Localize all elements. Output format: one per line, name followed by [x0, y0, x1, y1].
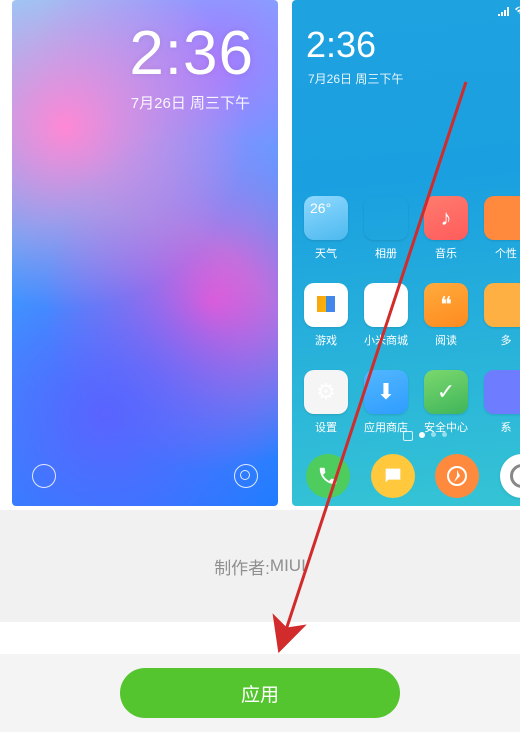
- lockscreen-date: 7月26日 周三下午: [131, 92, 250, 113]
- app-appstore[interactable]: ⬇ 应用商店: [356, 370, 416, 435]
- lockscreen-left-icon: [32, 464, 56, 488]
- app-edge-1[interactable]: 个性: [476, 196, 520, 261]
- app-edge-3[interactable]: 系: [476, 370, 520, 435]
- bottom-bar: 应用: [0, 654, 520, 732]
- store-icon: ⌂: [364, 283, 408, 327]
- credit-strip: 制作者: MIUI: [0, 510, 520, 622]
- app-label: 多: [501, 332, 512, 348]
- lockscreen-time: 2:36: [129, 18, 254, 89]
- app-edge-2[interactable]: 多: [476, 283, 520, 348]
- browser-icon[interactable]: [435, 454, 479, 498]
- app-reader[interactable]: ❝ 阅读: [416, 283, 476, 348]
- appstore-icon: ⬇: [364, 370, 408, 414]
- app-label: 游戏: [315, 332, 337, 348]
- app-label: 天气: [315, 245, 337, 261]
- lockscreen-preview[interactable]: 2:36 7月26日 周三下午: [12, 0, 278, 506]
- app-security[interactable]: ✓ 安全中心: [416, 370, 476, 435]
- app-games[interactable]: 游戏: [296, 283, 356, 348]
- shield-icon: ✓: [424, 370, 468, 414]
- apply-button[interactable]: 应用: [120, 668, 400, 718]
- phone-icon[interactable]: [306, 454, 350, 498]
- app-label: 相册: [375, 245, 397, 261]
- app-settings[interactable]: ⚙ 设置: [296, 370, 356, 435]
- music-icon: ♪: [424, 196, 468, 240]
- app-label: 阅读: [435, 332, 457, 348]
- page-indicator: [292, 432, 520, 442]
- reader-icon: ❝: [424, 283, 468, 327]
- credit-prefix: 制作者:: [214, 554, 270, 579]
- signal-icon: [498, 6, 510, 16]
- homescreen-date: 7月26日 周三下午: [308, 70, 403, 87]
- app-gallery[interactable]: 相册: [356, 196, 416, 261]
- app-label: 个性: [495, 245, 517, 261]
- app-weather[interactable]: 26° 天气: [296, 196, 356, 261]
- app-icon: [484, 283, 520, 327]
- homescreen-preview[interactable]: 2:36 7月26日 周三下午 26° 天气 相册 ♪ 音乐 个性: [292, 0, 520, 506]
- weather-icon: 26°: [304, 196, 348, 240]
- app-icon: [484, 196, 520, 240]
- homescreen-time: 2:36: [306, 24, 376, 66]
- camera-icon[interactable]: [500, 454, 520, 498]
- app-label: 音乐: [435, 245, 457, 261]
- gear-icon: ⚙: [304, 370, 348, 414]
- wifi-icon: [514, 6, 520, 16]
- app-label: 小米商城: [364, 332, 408, 348]
- app-mistore[interactable]: ⌂ 小米商城: [356, 283, 416, 348]
- app-music[interactable]: ♪ 音乐: [416, 196, 476, 261]
- credit-value: MIUI: [270, 556, 306, 576]
- dock: [292, 454, 520, 498]
- gallery-icon: [364, 196, 408, 240]
- apply-button-label: 应用: [241, 680, 279, 707]
- status-bar: [498, 6, 520, 16]
- app-icon: [484, 370, 520, 414]
- messages-icon[interactable]: [371, 454, 415, 498]
- app-grid: 26° 天气 相册 ♪ 音乐 个性 游戏 ⌂ 小米商城: [296, 196, 520, 435]
- camera-icon: [234, 464, 258, 488]
- play-icon: [304, 283, 348, 327]
